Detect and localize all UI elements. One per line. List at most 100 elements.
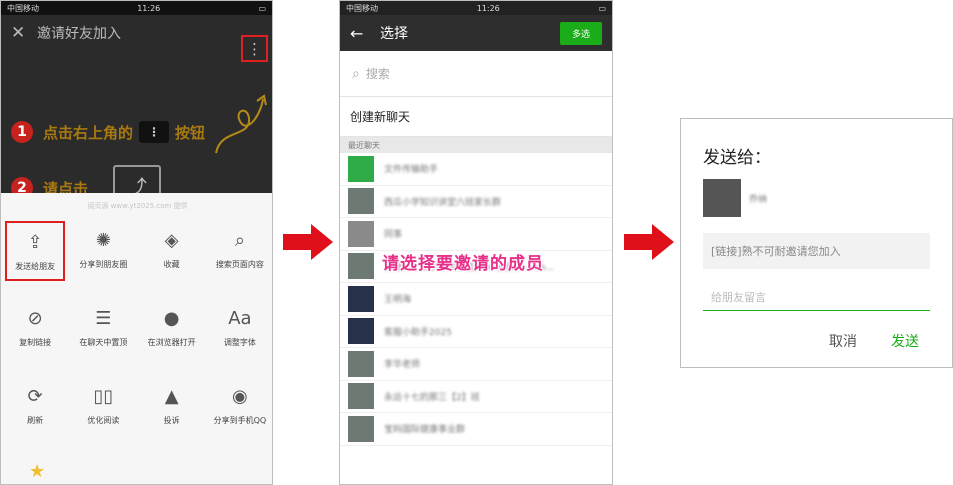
menu-favorite[interactable]: ◈ 收藏 (138, 221, 206, 281)
menu-optimize-reading[interactable]: ▯▯ 优化阅读 (69, 377, 137, 437)
recipient-name: 乔纳 (749, 194, 768, 205)
step-1-text-before: 点击右上角的 (43, 123, 134, 142)
contact-name: 李华老师 (384, 360, 421, 371)
menu-copy-link[interactable]: ⊘ 复制链接 (1, 299, 69, 359)
contact-row[interactable]: 宝妈国际健康事业群 (340, 413, 612, 446)
action-grid: ⇪ 发送给朋友 ✺ 分享到朋友圈 ◈ 收藏 ⌕ 搜索页面内容 ⊘ 复制链接 ☰ … (1, 221, 272, 437)
avatar (348, 188, 374, 215)
contact-name: 客服小助手2025 (384, 327, 452, 338)
globe-icon: ● (163, 307, 180, 329)
avatar (348, 285, 374, 312)
curved-arrow-icon (215, 94, 267, 154)
multi-select-button[interactable]: 多选 (559, 21, 602, 45)
contact-name: 永远十七的那三【2】班 (384, 392, 480, 403)
action-sheet: 阅页源 www.yt2025.com 提供 ⇪ 发送给朋友 ✺ 分享到朋友圈 ◈… (1, 193, 272, 484)
contact-row[interactable]: 客服小助手2025 (340, 316, 612, 348)
star-icon[interactable]: ★ (29, 461, 45, 482)
select-header: ← 选择 多选 (340, 15, 612, 51)
pin-icon: ☰ (95, 307, 112, 329)
status-bar: 中国移动 11:26 ▭ (1, 1, 272, 15)
menu-label: 收藏 (163, 260, 180, 269)
menu-label: 在浏览器打开 (147, 338, 196, 347)
menu-share-moments[interactable]: ✺ 分享到朋友圈 (69, 221, 137, 281)
cancel-button[interactable]: 取消 (829, 331, 857, 351)
warning-icon: ▲ (164, 385, 179, 407)
search-icon: ⌕ (352, 65, 360, 82)
contact-name: 文件传输助手 (384, 165, 439, 176)
watermark: 阅页源 www.yt2025.com 提供 (87, 202, 188, 210)
menu-report[interactable]: ▲ 投诉 (138, 377, 206, 437)
phone-screen-select: 中国移动 11:26 ▭ ← 选择 多选 ⌕ 搜索 创建新聊天 最近聊天 文件传… (339, 0, 613, 485)
menu-label: 调整字体 (223, 338, 256, 347)
menu-open-browser[interactable]: ● 在浏览器打开 (138, 299, 206, 359)
step-1-text-after: 按钮 (175, 123, 206, 142)
link-preview: [链接]熟不可耐邀请您加入 (703, 233, 930, 269)
menu-label: 搜索页面内容 (215, 260, 264, 269)
link-icon: ⊘ (27, 307, 43, 329)
tutorial-canvas: 中国移动 11:26 ▭ ✕ 邀请好友加入 ⋮ 1 点击右上角的 ⋮ 按钮 2 … (0, 0, 953, 485)
refresh-icon: ⟳ (27, 385, 43, 407)
avatar (703, 179, 741, 217)
right-arrow-icon (624, 224, 674, 260)
contact-row[interactable]: 西瓜小学知识讲堂六班家长群 (340, 186, 612, 218)
back-arrow-icon[interactable]: ← (350, 24, 380, 43)
instruction-overlay: 请选择要邀请的成员 (382, 254, 544, 274)
contact-name: 西瓜小学知识讲堂六班家长群 (384, 197, 502, 208)
page-title: 选择 (380, 26, 408, 42)
menu-share-qq[interactable]: ◉ 分享到手机QQ (206, 377, 272, 437)
close-icon[interactable]: ✕ (11, 23, 37, 43)
status-bar: 中国移动 11:26 ▭ (340, 1, 612, 15)
send-dialog: 发送给： 乔纳 [链接]熟不可耐邀请您加入 给朋友留言 取消 发送 (680, 118, 953, 368)
right-arrow-icon (283, 224, 333, 260)
more-dots-icon: ⋮ (139, 121, 170, 143)
contact-row[interactable]: 王明海 (340, 283, 612, 316)
message-input[interactable]: 给朋友留言 (703, 283, 930, 311)
carrier-label: 中国移动 (346, 3, 378, 13)
recipient: 乔纳 (703, 179, 767, 217)
clock-label: 11:26 (137, 3, 161, 13)
carrier-label: 中国移动 (7, 3, 39, 13)
menu-label: 优化阅读 (87, 416, 120, 425)
search-placeholder: 搜索 (365, 67, 390, 81)
step-1-instruction: 1 点击右上角的 ⋮ 按钮 (11, 121, 205, 143)
battery-icon: ▭ (598, 3, 606, 13)
clock-label: 11:26 (476, 3, 500, 13)
menu-font-size[interactable]: Aa 调整字体 (206, 299, 272, 359)
share-icon: ⇪ (27, 231, 43, 253)
step-1-number: 1 (11, 121, 33, 143)
dialog-title: 发送给： (703, 148, 771, 168)
search-bar[interactable]: ⌕ 搜索 (340, 51, 612, 97)
contact-name: 同事 (384, 230, 403, 241)
menu-label: 发送给朋友 (15, 262, 56, 271)
page-title: 邀请好友加入 (37, 26, 121, 42)
contact-row[interactable]: 永远十七的那三【2】班 (340, 381, 612, 413)
search-icon: ⌕ (234, 229, 245, 251)
menu-label: 刷新 (27, 416, 44, 425)
menu-send-to-friend[interactable]: ⇪ 发送给朋友 (5, 221, 66, 281)
menu-search-page[interactable]: ⌕ 搜索页面内容 (206, 221, 272, 281)
recent-chats-header: 最近聊天 (340, 137, 612, 153)
contact-row[interactable]: 李华老师 (340, 348, 612, 381)
more-menu-button[interactable]: ⋮ (241, 35, 268, 62)
page-header: ✕ 邀请好友加入 (1, 15, 272, 51)
avatar (348, 350, 374, 377)
menu-label: 分享到手机QQ (213, 416, 267, 425)
moments-icon: ✺ (95, 229, 111, 251)
avatar (348, 155, 374, 182)
contact-name: 宝妈国际健康事业群 (384, 425, 466, 436)
contact-name: 王明海 (384, 295, 412, 306)
menu-label: 投诉 (163, 416, 180, 425)
avatar (348, 383, 374, 410)
font-icon: Aa (228, 307, 252, 329)
create-new-chat[interactable]: 创建新聊天 (340, 97, 612, 137)
send-button[interactable]: 发送 (891, 331, 919, 351)
menu-label: 在聊天中置顶 (79, 338, 128, 347)
menu-refresh[interactable]: ⟳ 刷新 (1, 377, 69, 437)
menu-pin-chat[interactable]: ☰ 在聊天中置顶 (69, 299, 137, 359)
contact-row[interactable]: 文件传输助手 (340, 153, 612, 186)
avatar (348, 220, 374, 247)
phone-screen-menu: 中国移动 11:26 ▭ ✕ 邀请好友加入 ⋮ 1 点击右上角的 ⋮ 按钮 2 … (0, 0, 273, 485)
avatar (348, 253, 374, 280)
contact-row[interactable]: 同事 (340, 218, 612, 251)
cube-icon: ◈ (164, 229, 179, 251)
